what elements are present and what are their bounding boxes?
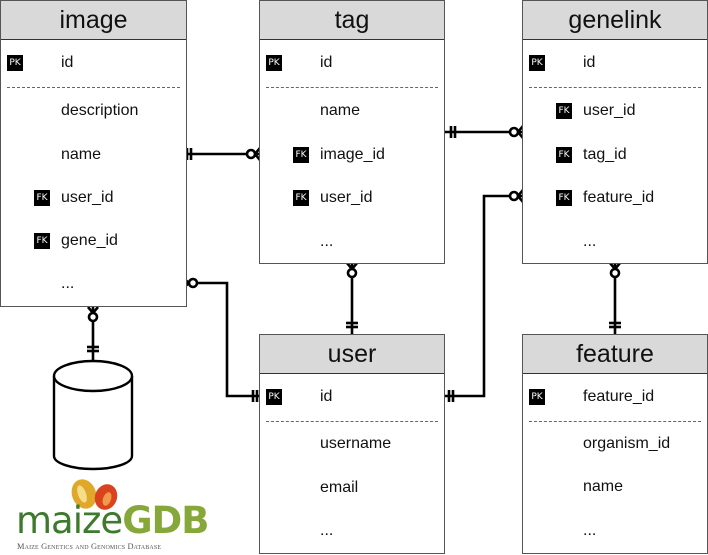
field-name: user_id [61, 189, 114, 206]
pk-row: PK id [523, 51, 707, 75]
separator [529, 421, 701, 422]
field-name: ... [583, 522, 597, 539]
field-row: name [1, 143, 186, 167]
field-name: id [320, 54, 333, 71]
field-name: id [61, 54, 74, 71]
maizegdb-logo: maizeGDB Maize Genetics and Genomics Dat… [14, 476, 209, 555]
pk-row: PK feature_id [523, 385, 707, 409]
pk-badge: PK [529, 389, 545, 405]
separator [266, 421, 438, 422]
field-row: username [260, 432, 444, 456]
pk-badge: PK [7, 55, 23, 71]
entity-user[interactable]: user PK id username email ... [259, 334, 445, 554]
pk-badge: PK [266, 55, 282, 71]
rel-feature-genelink [609, 262, 621, 334]
fk-badge: FK [34, 233, 50, 249]
field-row: ... [523, 230, 707, 254]
entity-title: tag [260, 1, 444, 40]
field-row: FK image_id [260, 143, 444, 167]
rel-tag-genelink [444, 125, 524, 139]
pk-row: PK id [1, 51, 186, 75]
database-cylinder-icon [52, 359, 134, 471]
separator [529, 87, 701, 88]
field-name: feature_id [583, 388, 655, 405]
field-name: name [583, 478, 624, 495]
logo-wordmark: maizeGDB [16, 499, 209, 542]
field-name: username [320, 435, 392, 452]
fk-badge: FK [293, 147, 309, 163]
separator [266, 87, 438, 88]
logo-word-left: maize [16, 499, 123, 542]
rel-user-genelink [437, 189, 524, 402]
field-name: image_id [320, 146, 385, 163]
field-name: id [320, 388, 333, 405]
field-name: user_id [320, 189, 373, 206]
field-row: email [260, 476, 444, 500]
fk-badge: FK [293, 190, 309, 206]
pk-badge: PK [266, 389, 282, 405]
field-row: FK user_id [1, 186, 186, 210]
field-row: FK gene_id [1, 229, 186, 253]
field-name: name [320, 102, 361, 119]
field-row: name [523, 475, 707, 499]
entity-title: image [1, 1, 186, 40]
field-row: name [260, 99, 444, 123]
field-name: ... [61, 275, 75, 292]
fk-badge: FK [556, 190, 572, 206]
fk-badge: FK [556, 103, 572, 119]
field-name: gene_id [61, 232, 118, 249]
field-name: feature_id [583, 189, 655, 206]
logo-subtitle: Maize Genetics and Genomics Database [17, 542, 162, 551]
entity-title: user [260, 335, 444, 374]
entity-image[interactable]: image PK id description name FK user_id … [0, 0, 187, 307]
field-name: tag_id [583, 146, 627, 163]
entity-title: genelink [523, 1, 707, 40]
field-name: ... [320, 233, 334, 250]
field-row: ... [260, 230, 444, 254]
rel-image-tag [181, 147, 261, 161]
rel-user-image [181, 276, 266, 402]
field-row: ... [260, 519, 444, 543]
field-row: FK user_id [523, 99, 707, 123]
field-row: FK user_id [260, 186, 444, 210]
entity-title: feature [523, 335, 707, 374]
field-name: user_id [583, 102, 636, 119]
separator [7, 87, 180, 88]
field-name: organism_id [583, 435, 671, 452]
rel-storage-image [87, 306, 99, 362]
pk-row: PK id [260, 51, 444, 75]
entity-genelink[interactable]: genelink PK id FK user_id FK tag_id FK f… [522, 0, 708, 264]
field-name: name [61, 146, 102, 163]
field-row: FK feature_id [523, 186, 707, 210]
rel-user-tag [346, 262, 358, 334]
fk-badge: FK [556, 147, 572, 163]
field-row: description [1, 99, 186, 123]
field-name: email [320, 479, 359, 496]
field-name: ... [583, 233, 597, 250]
entity-feature[interactable]: feature PK feature_id organism_id name .… [522, 334, 708, 554]
pk-badge: PK [529, 55, 545, 71]
field-name: ... [320, 522, 334, 539]
field-row: organism_id [523, 432, 707, 456]
field-name: id [583, 54, 596, 71]
fk-badge: FK [34, 190, 50, 206]
field-row: ... [1, 272, 186, 296]
field-row: ... [523, 519, 707, 543]
pk-row: PK id [260, 385, 444, 409]
logo-word-right: GDB [122, 499, 209, 542]
entity-tag[interactable]: tag PK id name FK image_id FK user_id ..… [259, 0, 445, 264]
field-name: description [61, 102, 139, 119]
field-row: FK tag_id [523, 143, 707, 167]
